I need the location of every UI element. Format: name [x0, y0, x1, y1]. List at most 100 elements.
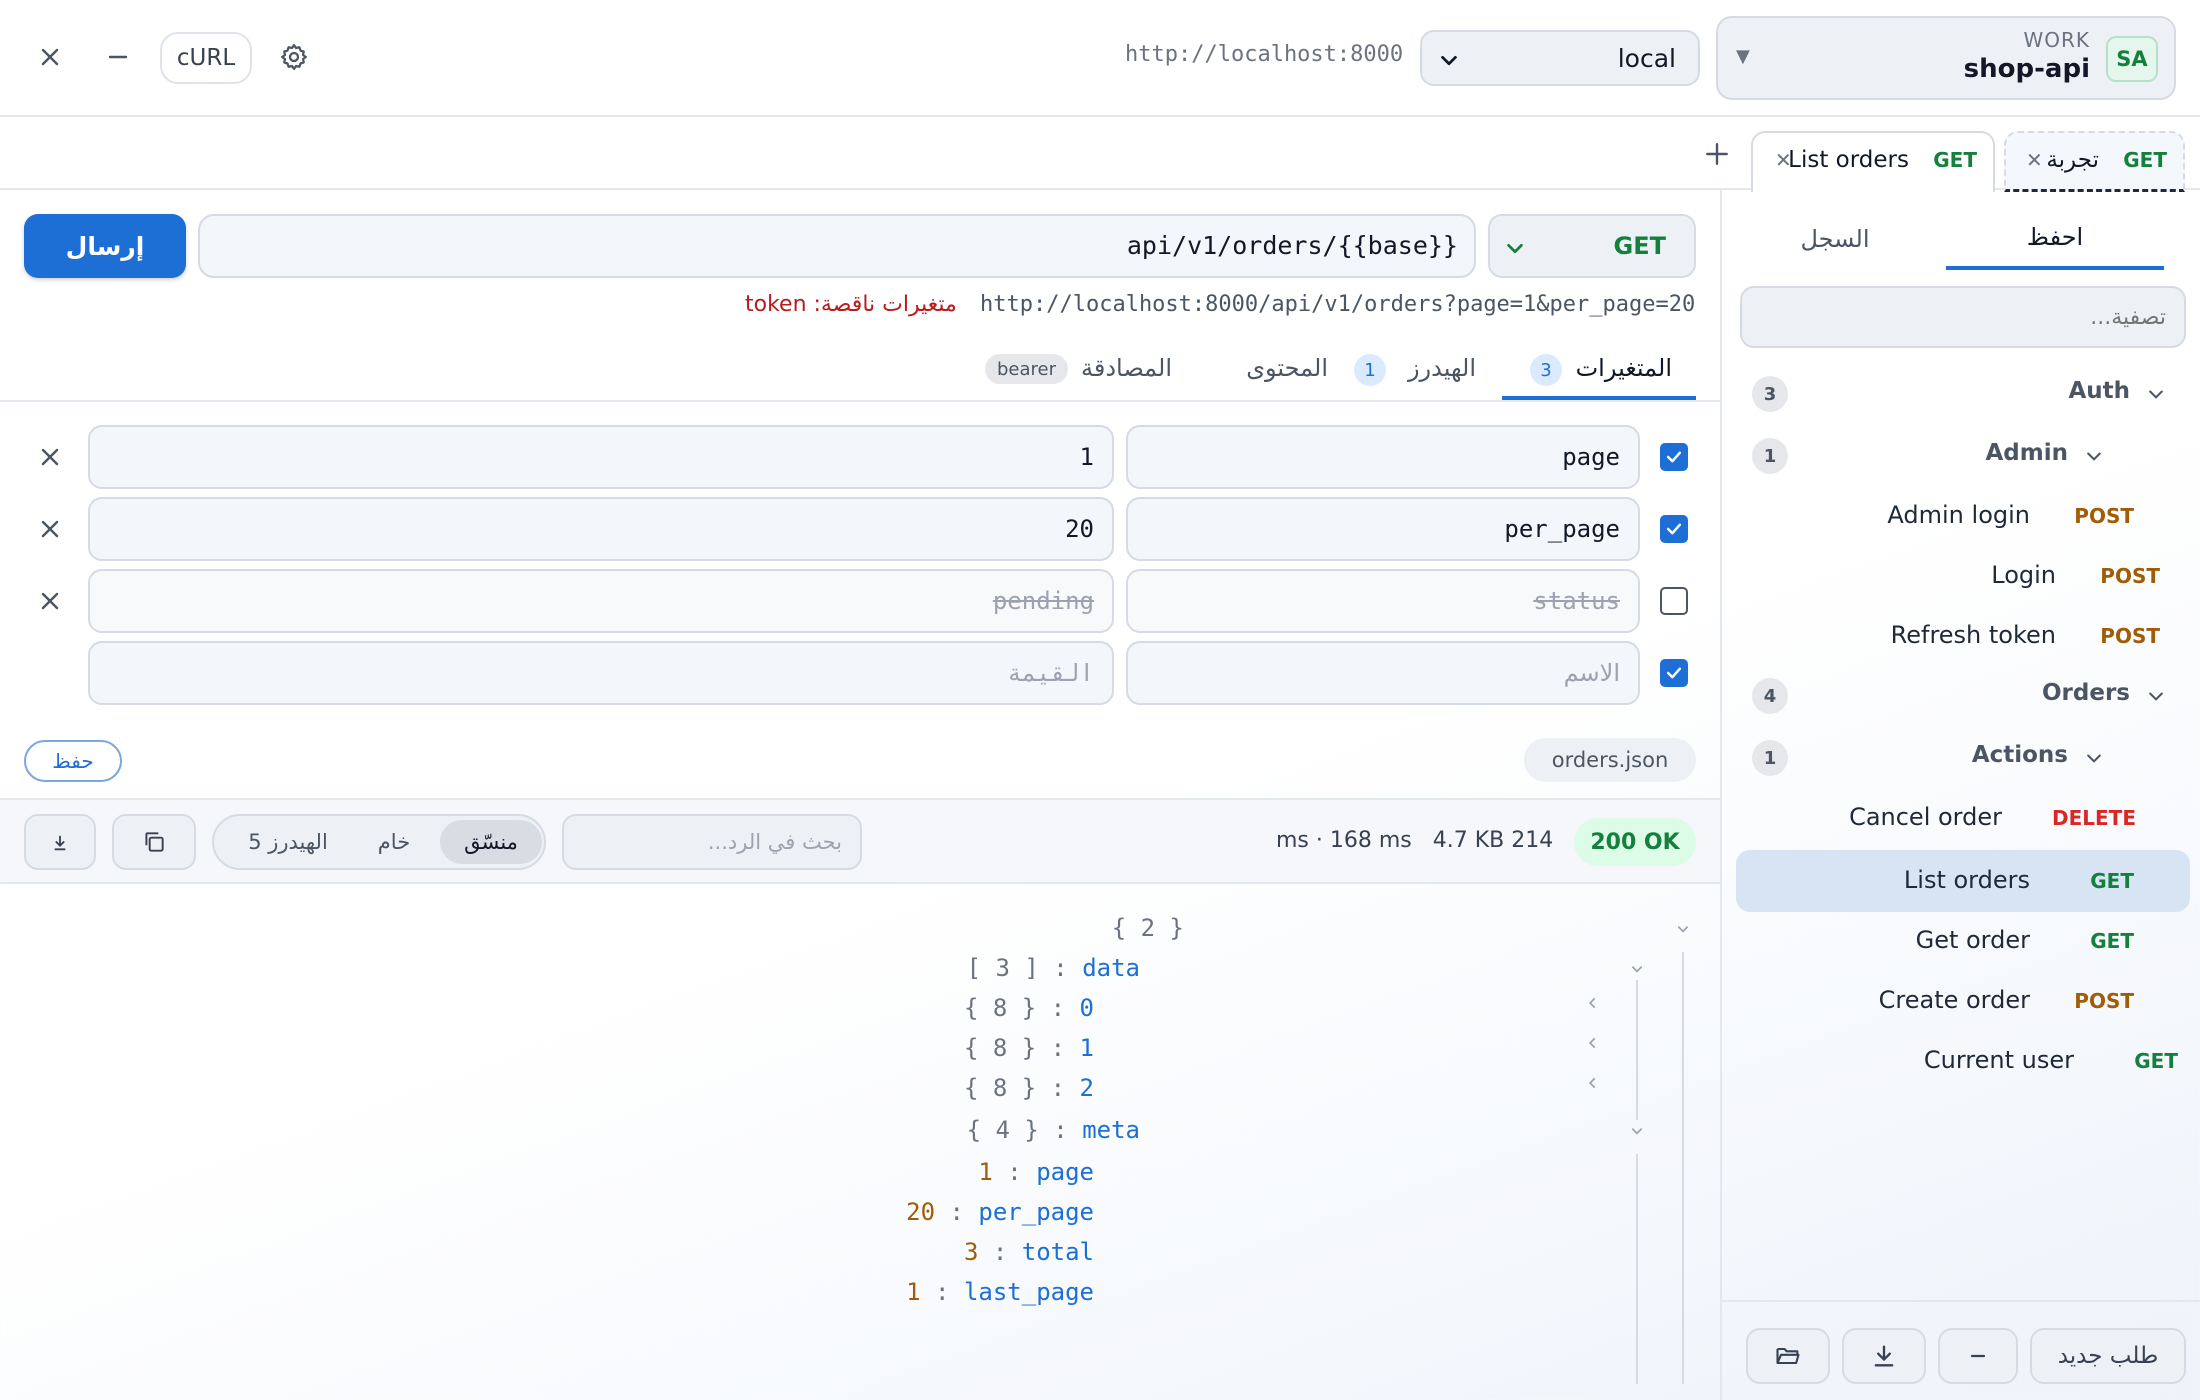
tab-auth[interactable]: المصادقة bearer: [976, 346, 1176, 400]
delete-param-button[interactable]: [32, 439, 68, 475]
folder-count: 1: [1752, 740, 1788, 776]
request-list-orders[interactable]: GET List orders: [1722, 853, 2200, 909]
method-value: GET: [1613, 232, 1666, 260]
view-raw-button[interactable]: خام: [358, 820, 430, 864]
minimize-window-button[interactable]: [96, 35, 140, 79]
request-cancel-order[interactable]: DELETE Cancel order: [1722, 790, 2200, 846]
json-root-node[interactable]: { 2 }: [1112, 914, 1184, 942]
collapse-button[interactable]: [1938, 1328, 2018, 1384]
folder-name: Admin: [1985, 440, 2069, 466]
send-button[interactable]: إرسال: [24, 214, 186, 278]
sidebar-filter-input[interactable]: [1740, 286, 2186, 348]
param-enabled-checkbox[interactable]: [1660, 587, 1688, 615]
response-latency: · 168 ms: [1315, 828, 1412, 853]
param-value-placeholder[interactable]: القيمة: [88, 641, 1114, 705]
tab-name: تجربة: [2046, 147, 2099, 173]
json-node-data[interactable]: [ 3 ] : data: [967, 954, 1140, 982]
check-icon: [1666, 667, 1682, 679]
import-button[interactable]: [1842, 1328, 1926, 1384]
copy-icon: [145, 832, 164, 852]
workspace-name: shop-api: [1963, 54, 2090, 84]
param-value-input[interactable]: 1: [88, 425, 1114, 489]
param-enabled-checkbox[interactable]: [1660, 659, 1688, 687]
json-leaf-page[interactable]: 1 : page: [978, 1158, 1094, 1186]
sidebar-tab-history[interactable]: السجل: [1726, 208, 1944, 270]
tab-body[interactable]: المحتوى: [1216, 346, 1336, 400]
save-button[interactable]: حفظ: [24, 740, 122, 782]
open-folder-button[interactable]: [1746, 1328, 1830, 1384]
param-enabled-checkbox[interactable]: [1660, 515, 1688, 543]
body-file-chip[interactable]: orders.json: [1524, 738, 1696, 782]
method-select[interactable]: GET: [1488, 214, 1696, 278]
minus-icon: [1970, 1354, 1986, 1358]
request-get-order[interactable]: GET Get order: [1722, 913, 2200, 969]
tab-headers[interactable]: الهيدرز 1: [1354, 346, 1484, 400]
json-node-item-2[interactable]: { 8 } : 2: [964, 1074, 1094, 1102]
folder-auth[interactable]: 3 Auth: [1722, 366, 2200, 422]
delete-param-button[interactable]: [32, 511, 68, 547]
json-leaf-last-page[interactable]: 1 : last_page: [906, 1278, 1094, 1306]
request-admin-login[interactable]: POST Admin login: [1722, 488, 2200, 544]
response-toolbar: منسّق خام الهيدرز 5 بحث في الرد... 214 m…: [0, 798, 1720, 884]
download-response-button[interactable]: [24, 814, 96, 870]
json-leaf-total[interactable]: 3 : total: [964, 1238, 1094, 1266]
param-key-input[interactable]: status: [1126, 569, 1640, 633]
settings-button[interactable]: [272, 35, 316, 79]
request-refresh-token[interactable]: POST Refresh token: [1722, 608, 2200, 664]
view-headers-button[interactable]: الهيدرز 5: [224, 820, 352, 864]
param-row-disabled: pending status: [0, 569, 1720, 635]
copy-response-button[interactable]: [112, 814, 196, 870]
close-icon: [41, 448, 59, 466]
json-key: 2: [1079, 1074, 1094, 1102]
request-name: Admin login: [1887, 501, 2030, 529]
url-input[interactable]: api/v1/orders/{{base}}: [198, 214, 1476, 278]
folder-orders[interactable]: 4 Orders: [1722, 668, 2200, 724]
request-create-order[interactable]: POST Create order: [1722, 973, 2200, 1029]
chevron-down-icon: [1677, 926, 1689, 933]
param-key-input[interactable]: page: [1126, 425, 1640, 489]
tab-label: المصادقة: [1080, 354, 1172, 382]
close-window-button[interactable]: [28, 35, 72, 79]
chevron-down-icon: [2087, 754, 2101, 763]
param-key-placeholder[interactable]: الاسم: [1126, 641, 1640, 705]
chevron-left-icon: [1588, 1037, 1596, 1049]
add-tab-button[interactable]: [1700, 137, 1734, 171]
tab-list-orders[interactable]: GET List orders ✕: [1751, 131, 1995, 192]
param-key-input[interactable]: per_page: [1126, 497, 1640, 561]
json-leaf-per-page[interactable]: 20 : per_page: [906, 1198, 1094, 1226]
chevron-down-icon: [1631, 966, 1643, 973]
sidebar-tab-saved[interactable]: احفظ: [1946, 208, 2164, 270]
param-enabled-checkbox[interactable]: [1660, 443, 1688, 471]
param-value-input[interactable]: 20: [88, 497, 1114, 561]
close-tab-icon[interactable]: ✕: [1775, 148, 1792, 172]
folder-actions[interactable]: 1 Actions: [1722, 730, 2200, 786]
tab-draft[interactable]: GET تجربة ✕: [2004, 131, 2185, 192]
json-node-meta[interactable]: { 4 } : meta: [967, 1116, 1140, 1144]
tab-params[interactable]: المتغيرات 3: [1502, 346, 1696, 400]
environment-select[interactable]: local: [1420, 30, 1700, 86]
request-current-user[interactable]: GET Current user: [1722, 1033, 2200, 1089]
folder-admin[interactable]: 1 Admin: [1722, 428, 2200, 484]
close-icon: [41, 520, 59, 538]
view-pretty-button[interactable]: منسّق: [440, 820, 542, 864]
close-tab-icon[interactable]: ✕: [2026, 148, 2043, 172]
request-login[interactable]: POST Login: [1722, 548, 2200, 604]
close-icon: [41, 592, 59, 610]
request-method: POST: [2074, 504, 2134, 528]
chevron-down-icon: [1441, 55, 1457, 66]
response-search-input[interactable]: بحث في الرد...: [562, 814, 862, 870]
request-name: Cancel order: [1849, 803, 2002, 831]
json-node-item-0[interactable]: { 8 } : 0: [964, 994, 1094, 1022]
param-value-input[interactable]: pending: [88, 569, 1114, 633]
delete-param-button[interactable]: [32, 583, 68, 619]
json-key: data: [1082, 954, 1140, 982]
check-icon: [1666, 523, 1682, 535]
json-node-item-1[interactable]: { 8 } : 1: [964, 1034, 1094, 1062]
workspace-switcher[interactable]: ▼ WORK shop-api SA: [1716, 16, 2176, 100]
json-count: [ 3 ]: [966, 954, 1039, 982]
request-tab-strip: GET List orders ✕ GET تجربة ✕: [0, 119, 2200, 192]
request-name: Current user: [1923, 1046, 2074, 1074]
new-request-button[interactable]: طلب جديد: [2030, 1328, 2186, 1384]
curl-button[interactable]: cURL: [160, 32, 252, 84]
json-value: 1: [906, 1278, 921, 1306]
